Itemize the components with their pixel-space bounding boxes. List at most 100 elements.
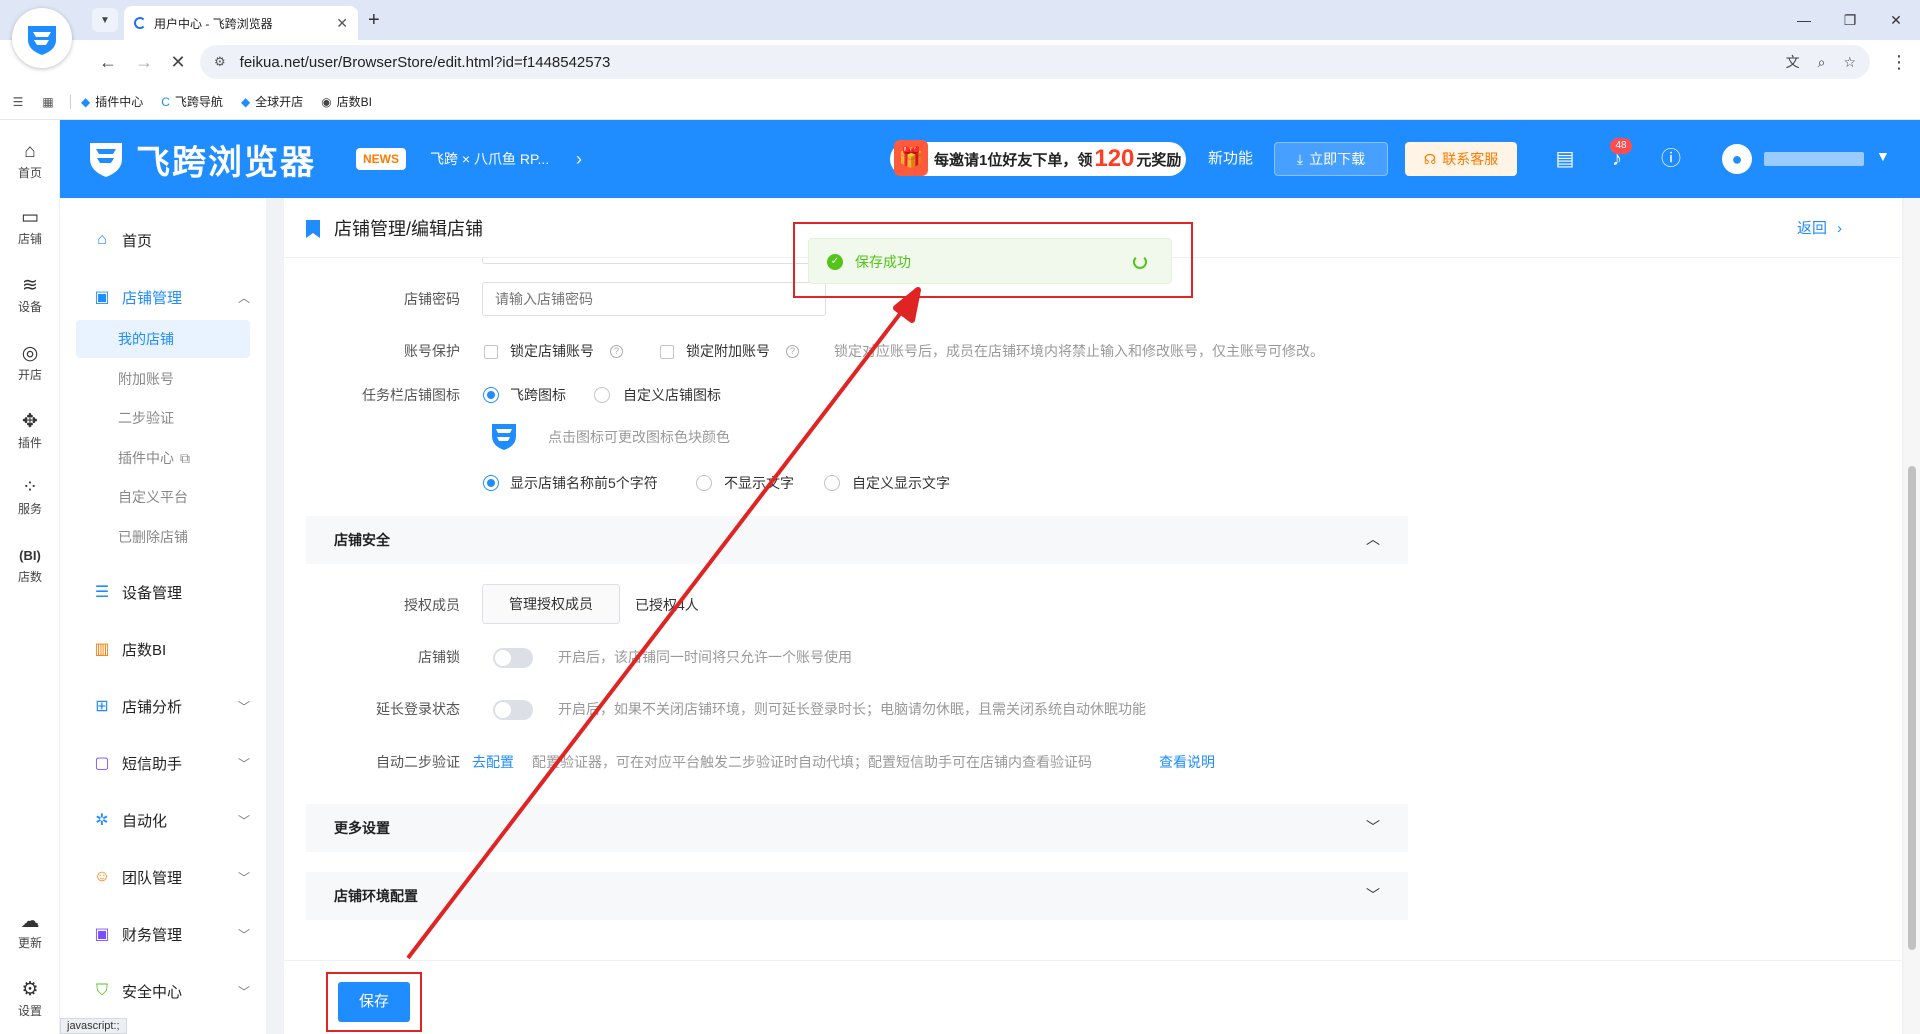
menu-item-analysis[interactable]: ⊞ 店铺分析 ﹀ bbox=[76, 686, 250, 726]
apps-grid-icon[interactable]: ▦ bbox=[40, 95, 56, 109]
browser-menu-icon[interactable]: ⋮ bbox=[1890, 52, 1908, 72]
menu-item-bi[interactable]: ▥ 店数BI bbox=[76, 629, 250, 669]
password-input[interactable] bbox=[482, 282, 826, 316]
bookmark-item[interactable]: ◆ 插件中心 bbox=[81, 93, 143, 110]
menu-sub-2fa[interactable]: 二步验证 bbox=[76, 399, 250, 437]
gift-icon: 🎁 bbox=[894, 140, 928, 176]
lock-store-checkbox[interactable] bbox=[484, 345, 498, 359]
previous-input-edge bbox=[482, 258, 826, 264]
tab-close-icon[interactable]: ✕ bbox=[336, 15, 348, 32]
store-lock-label: 店铺锁 bbox=[418, 649, 460, 665]
close-window-button[interactable]: ✕ bbox=[1884, 8, 1908, 32]
store-lock-switch[interactable] bbox=[493, 648, 533, 668]
tab-search-button[interactable]: ▼ bbox=[92, 8, 118, 32]
puzzle-icon: ✥ bbox=[22, 411, 38, 432]
extend-login-switch[interactable] bbox=[493, 700, 533, 720]
feikua-icon-radio[interactable] bbox=[483, 387, 499, 403]
translate-icon[interactable]: 文 bbox=[1786, 52, 1800, 72]
bookmark-item[interactable]: C 飞跨导航 bbox=[161, 93, 223, 110]
menu-item-device-mgmt[interactable]: ☰ 设备管理 bbox=[76, 572, 250, 612]
zoom-icon[interactable]: ⌕ bbox=[1818, 54, 1826, 71]
lock-store-label: 锁定店铺账号 bbox=[510, 343, 594, 359]
annotation-box-toast bbox=[793, 222, 1193, 298]
lock-extra-label: 锁定附加账号 bbox=[686, 343, 770, 359]
rail-item-store[interactable]: ▭ 店铺 bbox=[0, 206, 60, 247]
scrollbar-thumb[interactable] bbox=[1908, 466, 1916, 950]
rail-item-home[interactable]: ⌂ 首页 bbox=[0, 140, 60, 181]
manage-members-button[interactable]: 管理授权成员 bbox=[482, 584, 620, 624]
rail-item-update[interactable]: ☁ 更新 bbox=[0, 910, 60, 951]
contact-support-button[interactable]: ☊ 联系客服 bbox=[1405, 142, 1517, 176]
lock-extra-checkbox[interactable] bbox=[660, 345, 674, 359]
back-arrow-icon[interactable]: ← bbox=[96, 50, 120, 74]
user-avatar[interactable]: ● bbox=[1722, 144, 1752, 174]
new-tab-button[interactable]: + bbox=[368, 8, 380, 32]
section-more-settings[interactable]: 更多设置 ﹀ bbox=[306, 804, 1408, 852]
menu-sub-extra-accounts[interactable]: 附加账号 bbox=[76, 360, 250, 398]
document-icon[interactable]: ▤ bbox=[1552, 146, 1578, 172]
browser-logo-icon bbox=[12, 8, 72, 68]
menu-item-home[interactable]: ⌂ 首页 bbox=[76, 220, 250, 260]
bookmark-item[interactable]: ◉ 店数BI bbox=[321, 93, 372, 110]
rail-item-bi[interactable]: (BI) 店数 bbox=[0, 544, 60, 585]
help-icon[interactable]: ⓘ bbox=[1658, 146, 1684, 172]
menu-item-automation[interactable]: ✲ 自动化 ﹀ bbox=[76, 800, 250, 840]
question-icon[interactable]: ? bbox=[786, 345, 799, 358]
section-title: 店铺环境配置 bbox=[334, 888, 418, 904]
news-ticker[interactable]: 飞跨 × 八爪鱼 RP... bbox=[430, 146, 549, 172]
no-text-option: 不显示文字 bbox=[724, 475, 794, 491]
question-icon[interactable]: ? bbox=[610, 345, 623, 358]
minimize-button[interactable]: — bbox=[1792, 8, 1816, 32]
grid-icon: ⊞ bbox=[95, 698, 109, 715]
c-logo-icon: C bbox=[161, 94, 170, 109]
url-bar[interactable]: ⚙ feikua.net/user/BrowserStore/edit.html… bbox=[200, 45, 1870, 79]
caret-down-icon[interactable]: ▼ bbox=[1876, 148, 1890, 164]
menu-item-sms[interactable]: ▢ 短信助手 ﹀ bbox=[76, 743, 250, 783]
sidebar-toggle-icon[interactable]: ☰ bbox=[10, 95, 26, 109]
rail-item-plugin[interactable]: ✥ 插件 bbox=[0, 410, 60, 451]
chevron-down-icon: ﹀ bbox=[237, 813, 250, 828]
custom-text-radio[interactable] bbox=[824, 475, 840, 491]
brand-logo[interactable]: 飞跨浏览器 bbox=[84, 136, 316, 182]
menu-sub-plugin-center[interactable]: 插件中心 ⧉ bbox=[76, 439, 250, 477]
menu-item-finance[interactable]: ▣ 财务管理 ﹀ bbox=[76, 914, 250, 954]
chevron-right-icon[interactable]: › bbox=[576, 146, 582, 172]
stop-loading-icon[interactable]: ✕ bbox=[166, 50, 190, 74]
globe-icon: ◎ bbox=[21, 343, 39, 364]
bar-chart-icon: ▥ bbox=[94, 641, 110, 658]
section-store-security[interactable]: 店铺安全 ︿ bbox=[306, 516, 1408, 564]
section-env-config[interactable]: 店铺环境配置 ﹀ bbox=[306, 872, 1408, 920]
rail-item-device[interactable]: ≋ 设备 bbox=[0, 274, 60, 315]
download-button[interactable]: ⤓ 立即下载 bbox=[1274, 142, 1388, 176]
no-text-radio[interactable] bbox=[696, 475, 712, 491]
site-info-icon[interactable]: ⚙ bbox=[214, 54, 226, 70]
forward-arrow-icon[interactable]: → bbox=[132, 50, 156, 74]
rail-item-open-store[interactable]: ◎ 开店 bbox=[0, 342, 60, 383]
rail-item-settings[interactable]: ⚙ 设置 bbox=[0, 978, 60, 1019]
menu-item-team[interactable]: ☺ 团队管理 ﹀ bbox=[76, 857, 250, 897]
view-help-link[interactable]: 查看说明 bbox=[1159, 751, 1215, 773]
menu-item-store-mgmt[interactable]: ▣ 店铺管理 ︿ bbox=[76, 277, 250, 317]
configure-link[interactable]: 去配置 bbox=[472, 751, 514, 773]
show-name-radio[interactable] bbox=[483, 475, 499, 491]
invite-banner[interactable]: 🎁 每邀请1位好友下单，领 120 元奖励 bbox=[890, 140, 1186, 176]
store-icon-preview[interactable] bbox=[490, 422, 518, 452]
username-redacted[interactable] bbox=[1764, 152, 1864, 166]
rail-item-service[interactable]: ⁘ 服务 bbox=[0, 476, 60, 517]
annotation-box-save bbox=[326, 972, 422, 1032]
custom-icon-radio[interactable] bbox=[594, 387, 610, 403]
icon-hint: 点击图标可更改图标色块颜色 bbox=[548, 429, 730, 445]
chevron-down-icon: ﹀ bbox=[1366, 819, 1380, 835]
restore-button[interactable]: ❐ bbox=[1838, 8, 1862, 32]
menu-item-security[interactable]: ⛉ 安全中心 ﹀ bbox=[76, 971, 250, 1011]
back-link[interactable]: 返回 › bbox=[1797, 218, 1842, 240]
icon-rail: ⌂ 首页 ▭ 店铺 ≋ 设备 ◎ 开店 ✥ 插件 ⁘ 服务 (BI) 店数 ☁ 更新 ⚙ 设置 bbox=[0, 120, 60, 1034]
menu-sub-my-stores[interactable]: 我的店铺 bbox=[76, 320, 250, 358]
menu-sub-deleted-stores[interactable]: 已删除店铺 bbox=[76, 518, 250, 556]
bookmark-star-icon[interactable]: ☆ bbox=[1843, 54, 1856, 71]
bookmark-item[interactable]: ◆ 全球开店 bbox=[241, 93, 303, 110]
auto-2fa-desc: 配置验证器，可在对应平台触发二步验证时自动代填；配置短信助手可在店铺内查看验证码 bbox=[532, 754, 1092, 770]
new-feature-link[interactable]: 新功能 bbox=[1208, 146, 1253, 172]
browser-tab[interactable]: 用户中心 - 飞跨浏览器 ✕ bbox=[124, 6, 358, 40]
menu-sub-custom-platform[interactable]: 自定义平台 bbox=[76, 478, 250, 516]
